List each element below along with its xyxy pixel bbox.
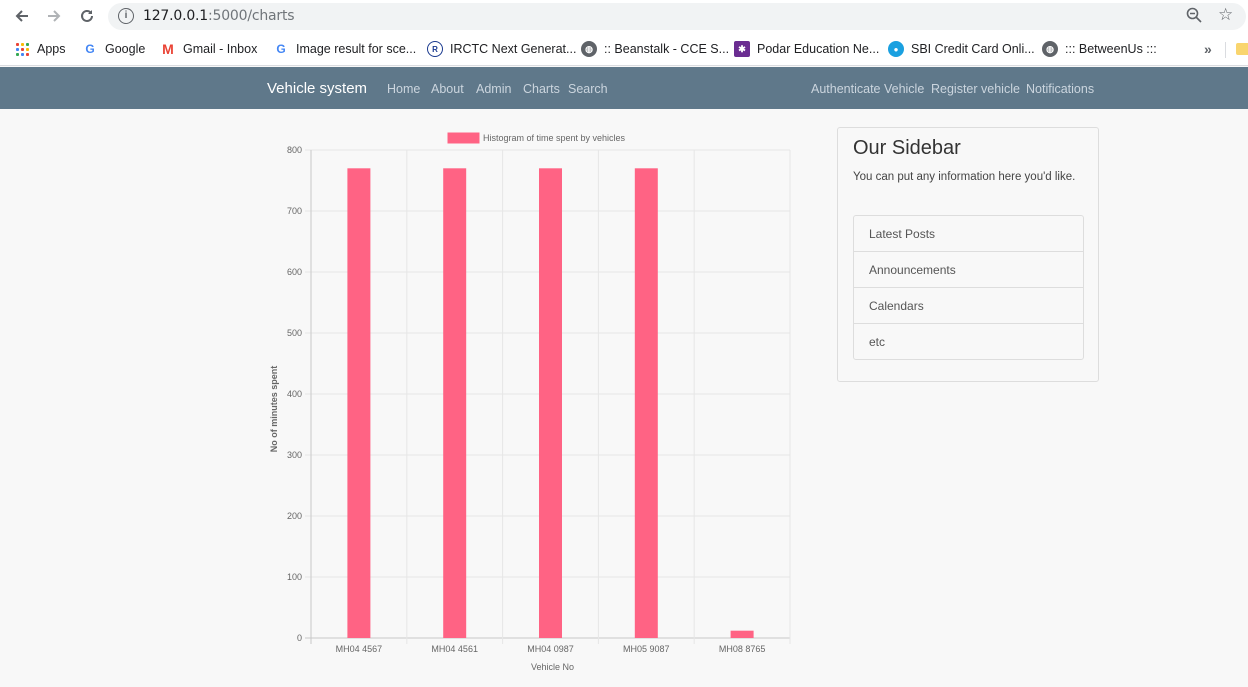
nav-link-notifications[interactable]: Notifications — [1026, 82, 1094, 96]
gmail-icon: M — [162, 41, 174, 57]
back-arrow-icon[interactable] — [10, 5, 34, 27]
bookmarks-overflow-button[interactable]: » — [1204, 41, 1212, 57]
bar — [730, 630, 754, 638]
y-axis-title: No of minutes spent — [269, 366, 279, 453]
google-icon: G — [85, 42, 95, 56]
brand-link[interactable]: Vehicle system — [267, 80, 367, 97]
sbi-icon: ● — [888, 41, 904, 57]
address-bar[interactable]: i 127.0.0.1:5000/charts ☆ — [108, 3, 1246, 30]
nav-link-search[interactable]: Search — [568, 82, 608, 96]
bookmark-star-icon[interactable]: ☆ — [1218, 5, 1236, 24]
podar-icon: ✱ — [734, 41, 750, 57]
bookmark-google[interactable]: G Google — [82, 40, 145, 58]
chart-canvas: Histogram of time spent by vehicles 0 100 2… — [269, 132, 791, 672]
apps-grid-icon — [14, 41, 30, 57]
bookmark-gmail[interactable]: M Gmail - Inbox — [160, 40, 257, 58]
nav-link-register-vehicle[interactable]: Register vehicle — [931, 82, 1020, 96]
globe-icon: ◍ — [1042, 41, 1058, 57]
bookmark-label: Google — [105, 42, 146, 56]
bookmark-label: Image result for sce... — [296, 42, 417, 56]
bookmark-betweenus[interactable]: ◍ ::: BetweenUs ::: — [1042, 40, 1157, 58]
x-tick-label: MH05 9087 — [623, 644, 670, 654]
url-text[interactable]: 127.0.0.1:5000/charts — [143, 8, 295, 24]
info-icon[interactable]: i — [118, 8, 134, 24]
nav-link-admin[interactable]: Admin — [476, 82, 511, 96]
legend-swatch — [447, 132, 480, 144]
browser-toolbar: i 127.0.0.1:5000/charts ☆ — [0, 0, 1248, 33]
y-tick-label: 600 — [287, 267, 302, 277]
legend-label: Histogram of time spent by vehicles — [483, 133, 626, 143]
time-spent-chart: Histogram of time spent by vehicles 0 100 2… — [255, 125, 800, 680]
bookmark-label: SBI Credit Card Onli... — [911, 42, 1035, 56]
sidebar-description: You can put any information here you'd l… — [853, 171, 1076, 183]
bar — [634, 168, 658, 639]
folder-icon[interactable] — [1236, 43, 1248, 55]
bookmark-beanstalk[interactable]: ◍ :: Beanstalk - CCE S... — [581, 40, 729, 58]
reload-icon[interactable] — [75, 5, 99, 27]
sidebar-item-etc[interactable]: etc — [853, 323, 1084, 360]
bar — [443, 168, 467, 639]
sidebar-title: Our Sidebar — [853, 137, 961, 159]
bookmark-label: IRCTC Next Generat... — [450, 42, 577, 56]
app-navbar: Vehicle system Home About Admin Charts S… — [0, 67, 1248, 109]
sidebar-list: Latest Posts Announcements Calendars etc — [853, 215, 1084, 360]
nav-link-about[interactable]: About — [431, 82, 464, 96]
bookmark-label: Podar Education Ne... — [757, 42, 880, 56]
x-axis-title: Vehicle No — [531, 662, 574, 672]
x-tick-label: MH04 0987 — [527, 644, 574, 654]
y-tick-label: 700 — [287, 206, 302, 216]
x-tick-label: MH08 8765 — [719, 644, 766, 654]
nav-link-authenticate-vehicle[interactable]: Authenticate Vehicle — [811, 82, 924, 96]
bookmark-irctc[interactable]: R IRCTC Next Generat... — [427, 40, 576, 58]
bookmark-label: ::: BetweenUs ::: — [1065, 42, 1157, 56]
nav-link-charts[interactable]: Charts — [523, 82, 560, 96]
x-tick-label: MH04 4561 — [431, 644, 478, 654]
bookmark-sbi[interactable]: ● SBI Credit Card Onli... — [888, 40, 1035, 58]
bar — [347, 168, 371, 639]
bookmark-image-result[interactable]: G Image result for sce... — [273, 40, 416, 58]
y-tick-label: 500 — [287, 328, 302, 338]
y-tick-label: 800 — [287, 145, 302, 155]
sidebar-panel: Our Sidebar You can put any information … — [837, 127, 1099, 382]
sidebar-item-announcements[interactable]: Announcements — [853, 251, 1084, 288]
globe-icon: ◍ — [581, 41, 597, 57]
bookmark-label: Apps — [37, 42, 66, 56]
google-icon: G — [276, 42, 286, 56]
bookmarks-bar: Apps G Google M Gmail - Inbox G Image re… — [0, 33, 1248, 66]
nav-link-home[interactable]: Home — [387, 82, 420, 96]
bookmark-apps[interactable]: Apps — [14, 40, 66, 58]
bookmark-label: :: Beanstalk - CCE S... — [604, 42, 730, 56]
bookmark-podar[interactable]: ✱ Podar Education Ne... — [734, 40, 879, 58]
irctc-icon: R — [427, 41, 443, 57]
y-tick-label: 400 — [287, 389, 302, 399]
forward-arrow-icon[interactable] — [42, 5, 66, 27]
bookmarks-divider — [1225, 42, 1226, 58]
y-tick-label: 300 — [287, 450, 302, 460]
y-tick-label: 100 — [287, 572, 302, 582]
bookmark-label: Gmail - Inbox — [183, 42, 258, 56]
sidebar-item-latest-posts[interactable]: Latest Posts — [853, 215, 1084, 252]
y-tick-label: 200 — [287, 511, 302, 521]
x-tick-label: MH04 4567 — [336, 644, 383, 654]
sidebar-item-calendars[interactable]: Calendars — [853, 287, 1084, 324]
bar — [539, 168, 562, 639]
y-tick-label: 0 — [297, 633, 302, 643]
zoom-icon[interactable] — [1186, 7, 1204, 25]
